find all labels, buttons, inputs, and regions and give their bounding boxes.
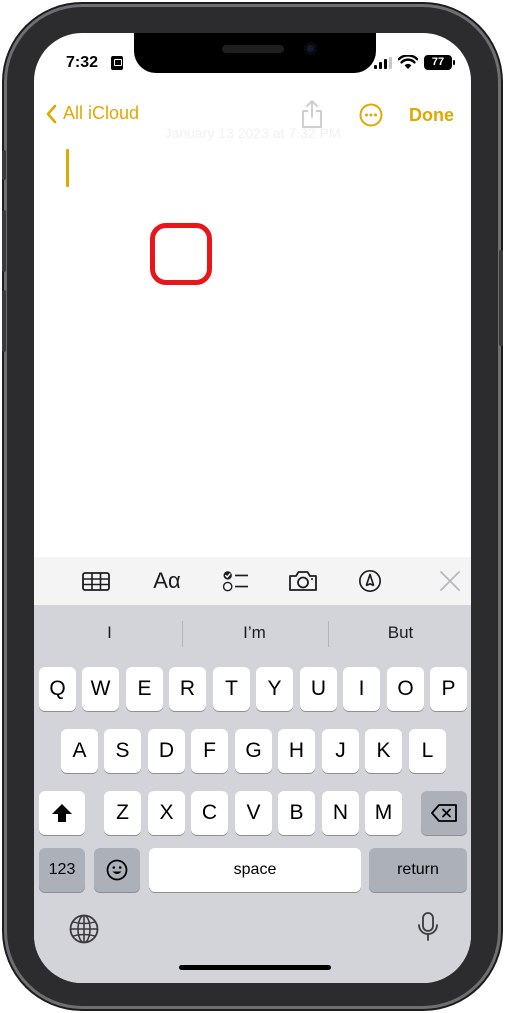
power-button — [499, 250, 503, 346]
volume-down-button — [2, 290, 6, 352]
checklist-icon[interactable] — [221, 569, 251, 593]
numbers-key[interactable]: 123 — [39, 848, 85, 892]
key-i[interactable]: I — [343, 667, 380, 711]
key-d[interactable]: D — [148, 729, 185, 773]
suggestion-2[interactable]: I’m — [182, 605, 327, 657]
shift-icon — [52, 804, 72, 822]
suggestion-bar: I I’m But — [34, 605, 471, 657]
back-button[interactable]: All iCloud — [46, 103, 139, 124]
return-key[interactable]: return — [369, 848, 467, 892]
key-w[interactable]: W — [82, 667, 119, 711]
key-x[interactable]: X — [148, 791, 185, 835]
home-indicator[interactable] — [179, 965, 331, 970]
delete-icon — [431, 804, 457, 822]
markup-icon[interactable] — [357, 569, 383, 593]
note-date-header: January 13 2023 at 7:32 PM — [164, 125, 341, 141]
key-t[interactable]: T — [213, 667, 250, 711]
mic-icon[interactable] — [417, 911, 439, 943]
key-v[interactable]: V — [235, 791, 272, 835]
screen: 7:32 77 All iCloud Done January 13 2023 … — [34, 33, 471, 983]
lock-icon — [111, 56, 123, 70]
key-f[interactable]: F — [191, 729, 228, 773]
suggestion-3[interactable]: But — [328, 605, 471, 657]
speaker — [222, 45, 284, 53]
battery-cap — [453, 60, 455, 65]
text-cursor[interactable] — [66, 149, 69, 187]
key-m[interactable]: M — [365, 791, 402, 835]
battery-level: 77 — [431, 56, 445, 68]
shift-key[interactable] — [39, 791, 85, 835]
status-time: 7:32 — [66, 54, 99, 71]
key-r[interactable]: R — [169, 667, 206, 711]
key-s[interactable]: S — [104, 729, 141, 773]
more-icon[interactable] — [359, 103, 383, 127]
wifi-icon — [398, 55, 418, 69]
space-key[interactable]: space — [149, 848, 361, 892]
key-o[interactable]: O — [387, 667, 424, 711]
close-icon[interactable] — [438, 569, 462, 593]
key-g[interactable]: G — [235, 729, 272, 773]
suggestion-1[interactable]: I — [37, 605, 182, 657]
silent-switch — [2, 150, 6, 180]
key-n[interactable]: N — [322, 791, 359, 835]
key-u[interactable]: U — [300, 667, 337, 711]
key-h[interactable]: H — [278, 729, 315, 773]
emoji-key[interactable] — [94, 848, 140, 892]
key-j[interactable]: J — [322, 729, 359, 773]
signal-icon — [374, 57, 392, 69]
key-l[interactable]: L — [409, 729, 446, 773]
key-c[interactable]: C — [191, 791, 228, 835]
delete-key[interactable] — [421, 791, 467, 835]
key-y[interactable]: Y — [256, 667, 293, 711]
camera-icon[interactable] — [287, 569, 319, 593]
front-camera — [304, 42, 317, 55]
done-button[interactable]: Done — [409, 105, 454, 126]
back-chevron-icon — [46, 104, 57, 123]
table-icon[interactable] — [81, 569, 111, 593]
globe-icon[interactable] — [68, 913, 100, 945]
key-q[interactable]: Q — [39, 667, 76, 711]
key-k[interactable]: K — [365, 729, 402, 773]
key-a[interactable]: A — [61, 729, 98, 773]
key-b[interactable]: B — [278, 791, 315, 835]
highlight-box — [150, 223, 212, 285]
battery-icon: 77 — [424, 55, 452, 70]
volume-up-button — [2, 210, 6, 272]
notch — [134, 33, 376, 73]
back-label: All iCloud — [63, 103, 140, 123]
key-p[interactable]: P — [430, 667, 467, 711]
format-toolbar: Aα — [34, 557, 471, 605]
key-e[interactable]: E — [126, 667, 163, 711]
emoji-icon — [106, 859, 128, 881]
key-z[interactable]: Z — [104, 791, 141, 835]
format-button[interactable]: Aα — [150, 568, 184, 593]
